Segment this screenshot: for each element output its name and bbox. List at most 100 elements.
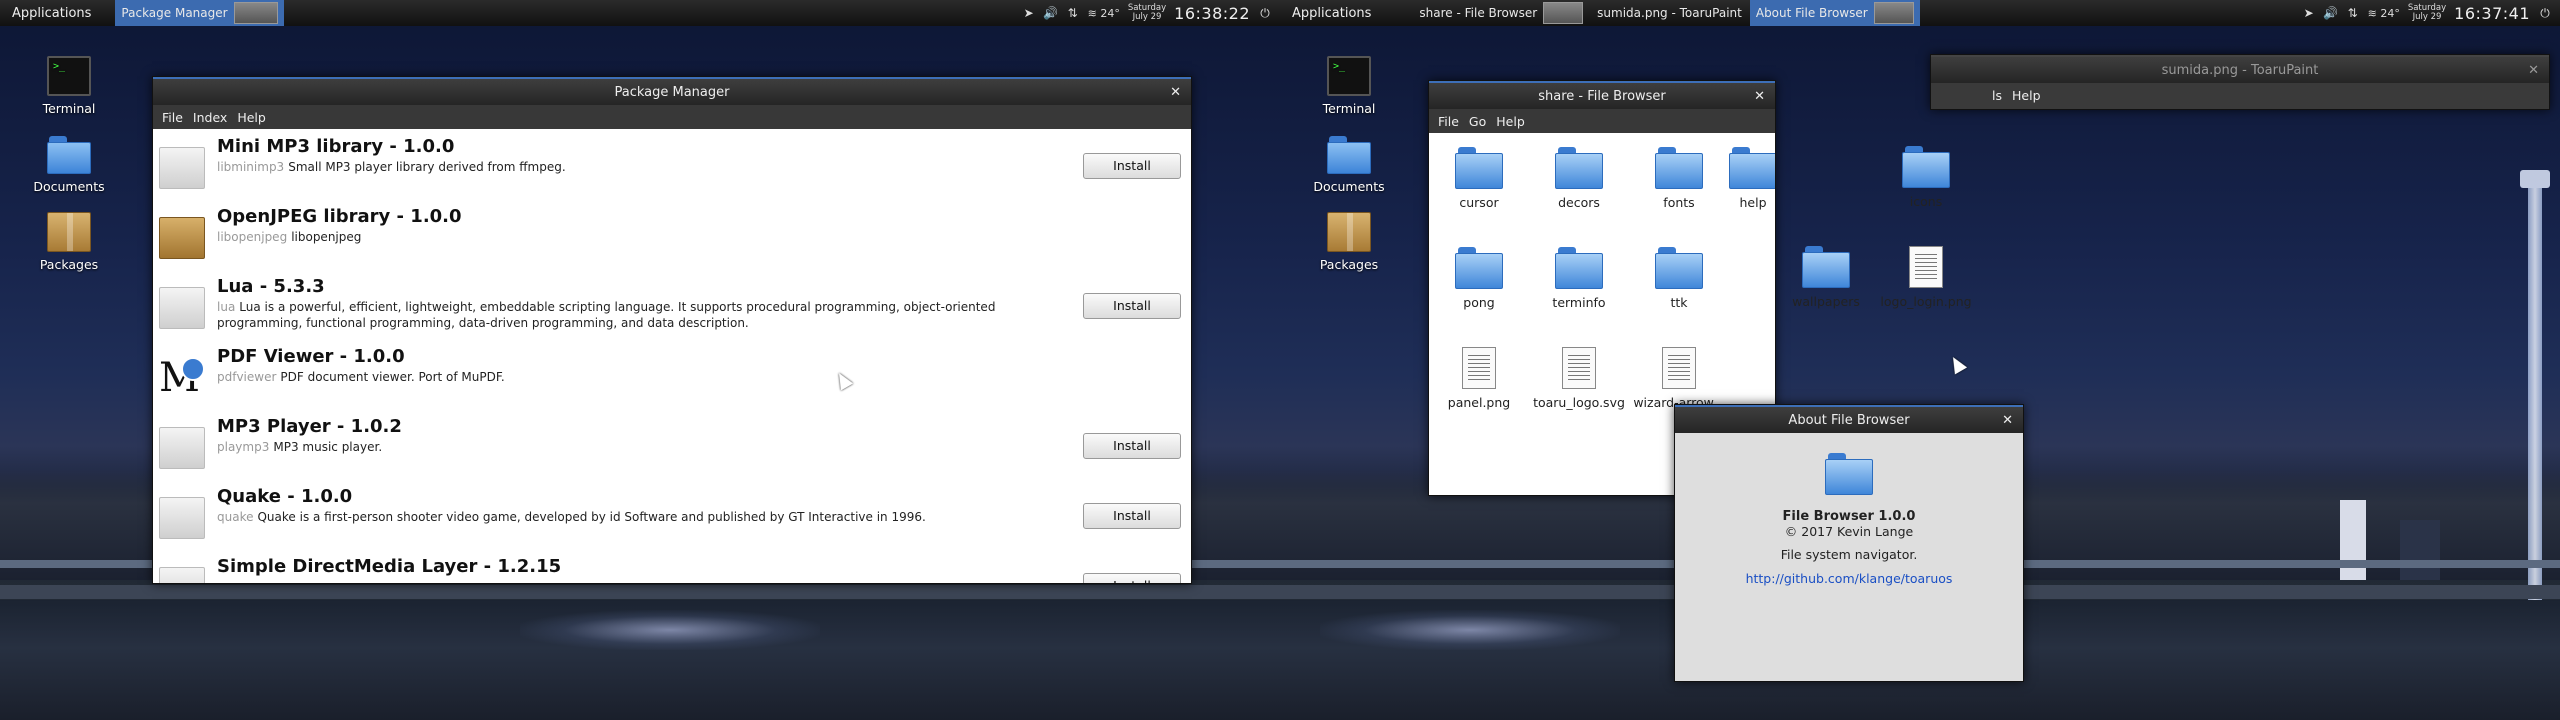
- desktop-icon-documents[interactable]: Documents: [24, 134, 114, 194]
- desktop-icon-label: Documents: [1313, 179, 1385, 194]
- folder-icon: [47, 134, 91, 174]
- copyright: © 2017 Kevin Lange: [1784, 524, 1914, 539]
- network-icon[interactable]: ⇅: [2346, 6, 2360, 20]
- applications-menu[interactable]: Applications: [1280, 6, 1383, 21]
- menu-file[interactable]: File: [1433, 114, 1464, 129]
- task-label: sumida.png - ToaruPaint: [1597, 6, 1742, 20]
- file-label: decors: [1558, 195, 1600, 210]
- package-icon: [1327, 212, 1371, 252]
- close-icon[interactable]: ✕: [1754, 83, 1765, 111]
- menu-bar: File Go Help: [1429, 109, 1775, 133]
- package-title: MP3 Player - 1.0.2: [217, 416, 402, 437]
- package-row: Simple DirectMedia Layer - 1.2.15 Instal…: [153, 549, 1191, 583]
- menu-help[interactable]: Help: [1491, 114, 1530, 129]
- task-about-file-browser[interactable]: About File Browser: [1749, 0, 1920, 26]
- install-button[interactable]: Install: [1083, 433, 1181, 459]
- task-file-browser[interactable]: share - File Browser: [1413, 0, 1589, 26]
- package-row: MP3 Player - 1.0.2 playmp3 MP3 music play…: [153, 409, 1191, 479]
- window-title: share - File Browser: [1538, 89, 1666, 104]
- file-item-terminfo[interactable]: terminfo: [1529, 247, 1629, 310]
- file-item-pong[interactable]: pong: [1429, 247, 1529, 310]
- file-item-wizard-arrow[interactable]: wizard-arrow...: [1629, 347, 1729, 410]
- package-title: Quake - 1.0.0: [217, 486, 353, 507]
- project-link[interactable]: http://github.com/klange/toaruos: [1675, 571, 2023, 586]
- window-titlebar[interactable]: share - File Browser ✕: [1429, 81, 1775, 109]
- desktop-icon-label: Terminal: [42, 101, 96, 116]
- file-item-help[interactable]: help: [1729, 147, 1775, 210]
- file-item-toaru-logo[interactable]: toaru_logo.svg: [1529, 347, 1629, 410]
- file-item-decors[interactable]: decors: [1529, 147, 1629, 210]
- package-desc-text: PDF document viewer. Port of MuPDF.: [280, 370, 505, 384]
- package-list: Mini MP3 library - 1.0.0 libminimp3 Small…: [153, 129, 1191, 583]
- mouse-icon[interactable]: ➤: [2302, 6, 2316, 20]
- weather-icon: ≋: [1087, 6, 1097, 20]
- file-item-wallpapers[interactable]: wallpapers: [1776, 246, 1876, 309]
- date: Saturday July 29: [1128, 4, 1166, 22]
- window-titlebar[interactable]: About File Browser ✕: [1675, 405, 2023, 433]
- package-title: PDF Viewer - 1.0.0: [217, 346, 405, 367]
- power-icon[interactable]: ⏻: [2538, 6, 2552, 20]
- applications-menu[interactable]: Applications: [0, 6, 103, 21]
- window-titlebar[interactable]: Package Manager ✕: [153, 77, 1191, 105]
- wallpaper-building: [2400, 520, 2440, 580]
- file-label: fonts: [1663, 195, 1695, 210]
- file-item-cursor[interactable]: cursor: [1429, 147, 1529, 210]
- menu-help[interactable]: Help: [232, 110, 271, 125]
- install-button[interactable]: Install: [1083, 293, 1181, 319]
- folder-icon: [1655, 147, 1703, 189]
- volume-icon[interactable]: 🔊: [2323, 6, 2338, 20]
- menu-index[interactable]: Index: [188, 110, 232, 125]
- menu-help[interactable]: Help: [2007, 88, 2046, 103]
- close-icon[interactable]: ✕: [2528, 57, 2539, 85]
- file-item-icons[interactable]: icons: [1876, 146, 1976, 209]
- close-icon[interactable]: ✕: [2002, 407, 2013, 435]
- system-tray: ➤ 🔊 ⇅ ≋ 24° Saturday July 29 16:37:41 ⏻: [2302, 0, 2560, 26]
- menu-tools[interactable]: ls: [1987, 88, 2007, 103]
- package-id: libopenjpeg: [217, 230, 288, 244]
- install-button[interactable]: Install: [1083, 573, 1181, 583]
- document-icon: [1909, 246, 1943, 288]
- desktop-icon-terminal[interactable]: Terminal: [24, 56, 114, 116]
- package-description: lua Lua is a powerful, efficient, lightwe…: [217, 299, 1047, 331]
- file-item-ttk[interactable]: ttk: [1629, 247, 1729, 310]
- terminal-icon: [1327, 56, 1371, 96]
- file-item-fonts[interactable]: fonts: [1629, 147, 1729, 210]
- task-label: Package Manager: [121, 6, 228, 20]
- folder-icon: [1455, 247, 1503, 289]
- document-icon: [1462, 347, 1496, 389]
- desktop-icon-packages[interactable]: Packages: [24, 212, 114, 272]
- task-label: About File Browser: [1755, 6, 1868, 20]
- weather-temp: 24°: [1100, 6, 1120, 20]
- menu-go[interactable]: Go: [1464, 114, 1491, 129]
- install-button[interactable]: Install: [1083, 153, 1181, 179]
- desktop-icon-packages[interactable]: Packages: [1304, 212, 1394, 272]
- package-box-icon: [159, 567, 205, 583]
- weather-temp: 24°: [2380, 6, 2400, 20]
- weather-widget[interactable]: ≋ 24°: [1088, 7, 1120, 20]
- file-label: pong: [1463, 295, 1495, 310]
- weather-widget[interactable]: ≋ 24°: [2368, 7, 2400, 20]
- mouse-icon[interactable]: ➤: [1022, 6, 1036, 20]
- package-id: quake: [217, 510, 254, 524]
- desktop-icon-documents[interactable]: Documents: [1304, 134, 1394, 194]
- task-thumbnail: [233, 2, 278, 24]
- window-titlebar[interactable]: sumida.png - ToaruPaint ✕: [1931, 55, 2549, 83]
- task-package-manager[interactable]: Package Manager: [115, 0, 284, 26]
- package-description: playmp3 MP3 music player.: [217, 439, 1047, 455]
- desktop-icon-label: Packages: [1319, 257, 1379, 272]
- package-description: pdfviewer PDF document viewer. Port of Mu…: [217, 369, 1047, 385]
- network-icon[interactable]: ⇅: [1066, 6, 1080, 20]
- close-icon[interactable]: ✕: [1170, 79, 1181, 107]
- install-button[interactable]: Install: [1083, 503, 1181, 529]
- folder-icon: [1902, 146, 1950, 188]
- power-icon[interactable]: ⏻: [1258, 6, 1272, 20]
- desktop-icon-terminal[interactable]: Terminal: [1304, 56, 1394, 116]
- file-item-logo-login[interactable]: logo_login.png: [1876, 246, 1976, 309]
- task-toaru-paint[interactable]: sumida.png - ToaruPaint: [1591, 0, 1748, 26]
- app-name: File Browser 1.0.0: [1782, 509, 1916, 524]
- volume-icon[interactable]: 🔊: [1043, 6, 1058, 20]
- folder-icon: [1555, 147, 1603, 189]
- file-item-panel[interactable]: panel.png: [1429, 347, 1529, 410]
- file-label: cursor: [1459, 195, 1499, 210]
- menu-file[interactable]: File: [157, 110, 188, 125]
